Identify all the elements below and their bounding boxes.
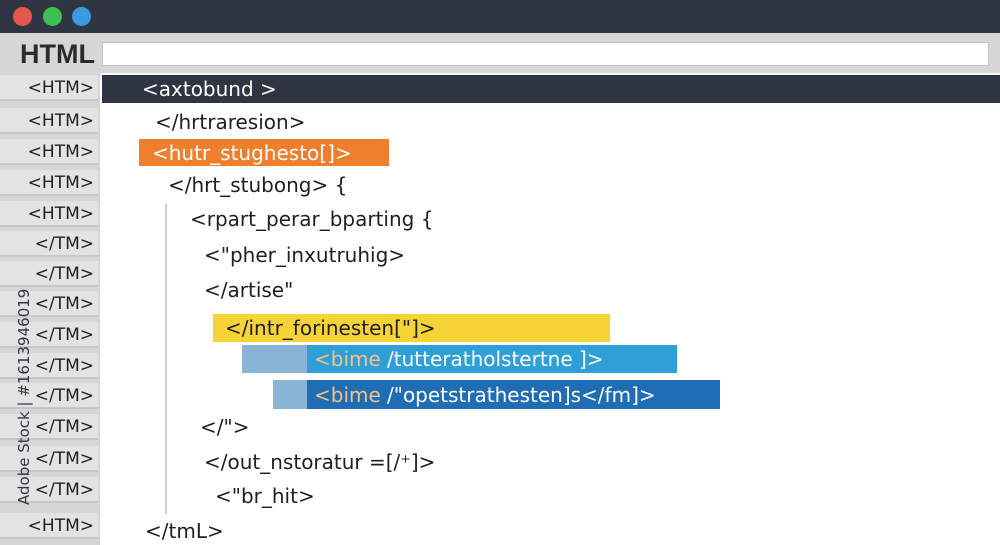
- code-line[interactable]: <axtobund >: [142, 75, 277, 103]
- minimize-button[interactable]: [43, 7, 62, 26]
- code-line[interactable]: </artise": [204, 276, 293, 304]
- code-line[interactable]: </hrt_stubong> {: [168, 171, 347, 199]
- code-line[interactable]: </">: [200, 413, 249, 441]
- gutter-label: <HTM>: [0, 170, 98, 196]
- gutter-label: <HTM>: [0, 513, 98, 539]
- window-titlebar: [0, 0, 1000, 33]
- close-button[interactable]: [13, 7, 32, 26]
- address-bar[interactable]: [102, 42, 989, 66]
- gutter-label: <HTM>: [0, 108, 98, 134]
- gutter-label: </TM>: [0, 261, 98, 287]
- gutter-label: <HTM>: [0, 139, 98, 165]
- code-line[interactable]: </intr_forinesten["]>: [225, 314, 436, 342]
- code-line[interactable]: </tmL>: [145, 517, 224, 545]
- zoom-button[interactable]: [72, 7, 91, 26]
- side-watermark-text: Adobe Stock | #1613946019: [15, 288, 33, 505]
- indent-guide: [165, 204, 167, 514]
- gutter-label: <HTM>: [0, 75, 98, 101]
- code-line[interactable]: </hrtraresion>: [155, 108, 305, 136]
- app-title: HTML: [20, 39, 95, 69]
- code-line[interactable]: <"br_hit>: [215, 482, 315, 510]
- gutter-label: <HTM>: [0, 201, 98, 227]
- code-line[interactable]: /tutteratholstertne ]>: [387, 345, 604, 373]
- gutter-label: </TM>: [0, 231, 98, 257]
- code-line[interactable]: /"opetstrathesten]s</fm]>: [387, 381, 656, 409]
- indent-highlight: [242, 345, 307, 373]
- code-line[interactable]: <rpart_perar_bparting {: [190, 205, 433, 233]
- indent-highlight: [273, 380, 307, 409]
- code-line[interactable]: </out_nstoratur =[/⁺]>: [204, 448, 435, 476]
- code-tag[interactable]: <bime: [314, 345, 381, 373]
- code-tag[interactable]: <bime: [314, 381, 381, 409]
- code-line[interactable]: <"pher_inxutruhig>: [204, 241, 405, 269]
- code-line[interactable]: <hutr_stughesto[]>: [152, 139, 352, 167]
